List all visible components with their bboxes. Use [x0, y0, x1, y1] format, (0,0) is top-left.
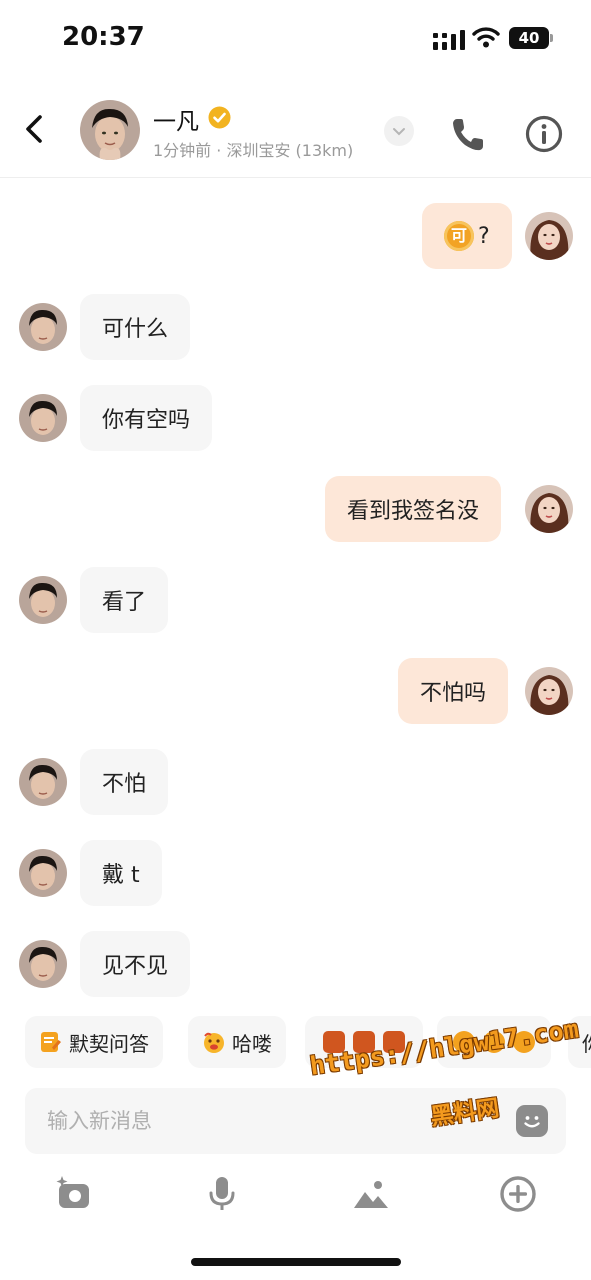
- contact-avatar-small[interactable]: [19, 758, 67, 806]
- quick-reply-label: 你: [582, 1028, 591, 1057]
- message-bubble-incoming[interactable]: 不怕: [80, 749, 169, 815]
- phone-call-icon[interactable]: [448, 114, 488, 154]
- quiz-icon: [41, 1032, 61, 1052]
- expand-profile-button[interactable]: [384, 116, 414, 146]
- message-text: 戴 t: [102, 863, 140, 888]
- add-more-icon[interactable]: [498, 1174, 538, 1214]
- status-time: 20:37: [62, 22, 145, 52]
- message-bubble-incoming[interactable]: 可什么: [80, 294, 191, 360]
- hello-emoji-icon: [204, 1032, 224, 1053]
- quick-reply-label: 默契问答: [69, 1031, 149, 1056]
- wifi-icon: [472, 27, 500, 48]
- message-text: 看到我签名没: [347, 499, 480, 524]
- chat-header: 一凡 1分钟前 · 深圳宝安 (13km): [0, 84, 591, 178]
- chevron-down-icon: [393, 128, 405, 136]
- battery-icon: 40: [509, 27, 553, 49]
- back-arrow-icon[interactable]: [18, 112, 52, 146]
- message-bubble-outgoing[interactable]: 看到我签名没: [325, 476, 502, 542]
- message-text: 见不见: [102, 954, 169, 979]
- my-avatar[interactable]: [525, 485, 573, 533]
- contact-avatar-small[interactable]: [19, 940, 67, 988]
- message-text: ?: [478, 223, 490, 249]
- message-bubble-incoming[interactable]: 看了: [80, 567, 169, 633]
- battery-level: 40: [518, 29, 540, 47]
- contact-avatar-small[interactable]: [19, 303, 67, 351]
- info-icon[interactable]: [524, 114, 564, 154]
- microphone-icon[interactable]: [202, 1174, 242, 1214]
- smiley-icon: [524, 1116, 540, 1128]
- message-bubble-outgoing[interactable]: 可 ?: [422, 203, 512, 269]
- message-bubble-incoming[interactable]: 见不见: [80, 931, 191, 997]
- quick-reply-label: 哈喽: [232, 1031, 272, 1056]
- message-text: 不怕: [102, 772, 147, 797]
- emoji-button[interactable]: [516, 1105, 548, 1137]
- quick-reply-quiz[interactable]: 默契问答: [25, 1016, 163, 1068]
- message-text: 你有空吗: [102, 408, 191, 433]
- message-text: 可什么: [102, 317, 169, 342]
- message-bubble-incoming[interactable]: 你有空吗: [80, 385, 213, 451]
- camera-sparkle-icon[interactable]: [54, 1174, 94, 1214]
- contact-avatar-small[interactable]: [19, 394, 67, 442]
- message-bubble-incoming[interactable]: 戴 t: [80, 840, 162, 906]
- quick-reply-hello[interactable]: 哈喽: [188, 1016, 286, 1068]
- coin-icon: 可: [444, 221, 474, 251]
- image-gallery-icon[interactable]: [351, 1174, 391, 1214]
- chat-screen: 20:37 40 一凡 1分钟前 · 深圳宝安 (13km) 可 ? 可什么 你…: [0, 0, 591, 1280]
- contact-name[interactable]: 一凡: [153, 102, 199, 136]
- home-indicator[interactable]: [191, 1258, 401, 1266]
- cellular-signal-icon: [433, 30, 465, 50]
- contact-status-line: 1分钟前 · 深圳宝安 (13km): [153, 141, 354, 160]
- contact-avatar-small[interactable]: [19, 849, 67, 897]
- status-bar: 20:37 40: [0, 0, 591, 80]
- contact-avatar[interactable]: [80, 100, 140, 160]
- my-avatar[interactable]: [525, 212, 573, 260]
- my-avatar[interactable]: [525, 667, 573, 715]
- message-text: 不怕吗: [420, 681, 487, 706]
- message-bubble-outgoing[interactable]: 不怕吗: [398, 658, 509, 724]
- verified-badge-icon: [208, 106, 231, 129]
- contact-avatar-small[interactable]: [19, 576, 67, 624]
- message-text: 看了: [102, 590, 147, 615]
